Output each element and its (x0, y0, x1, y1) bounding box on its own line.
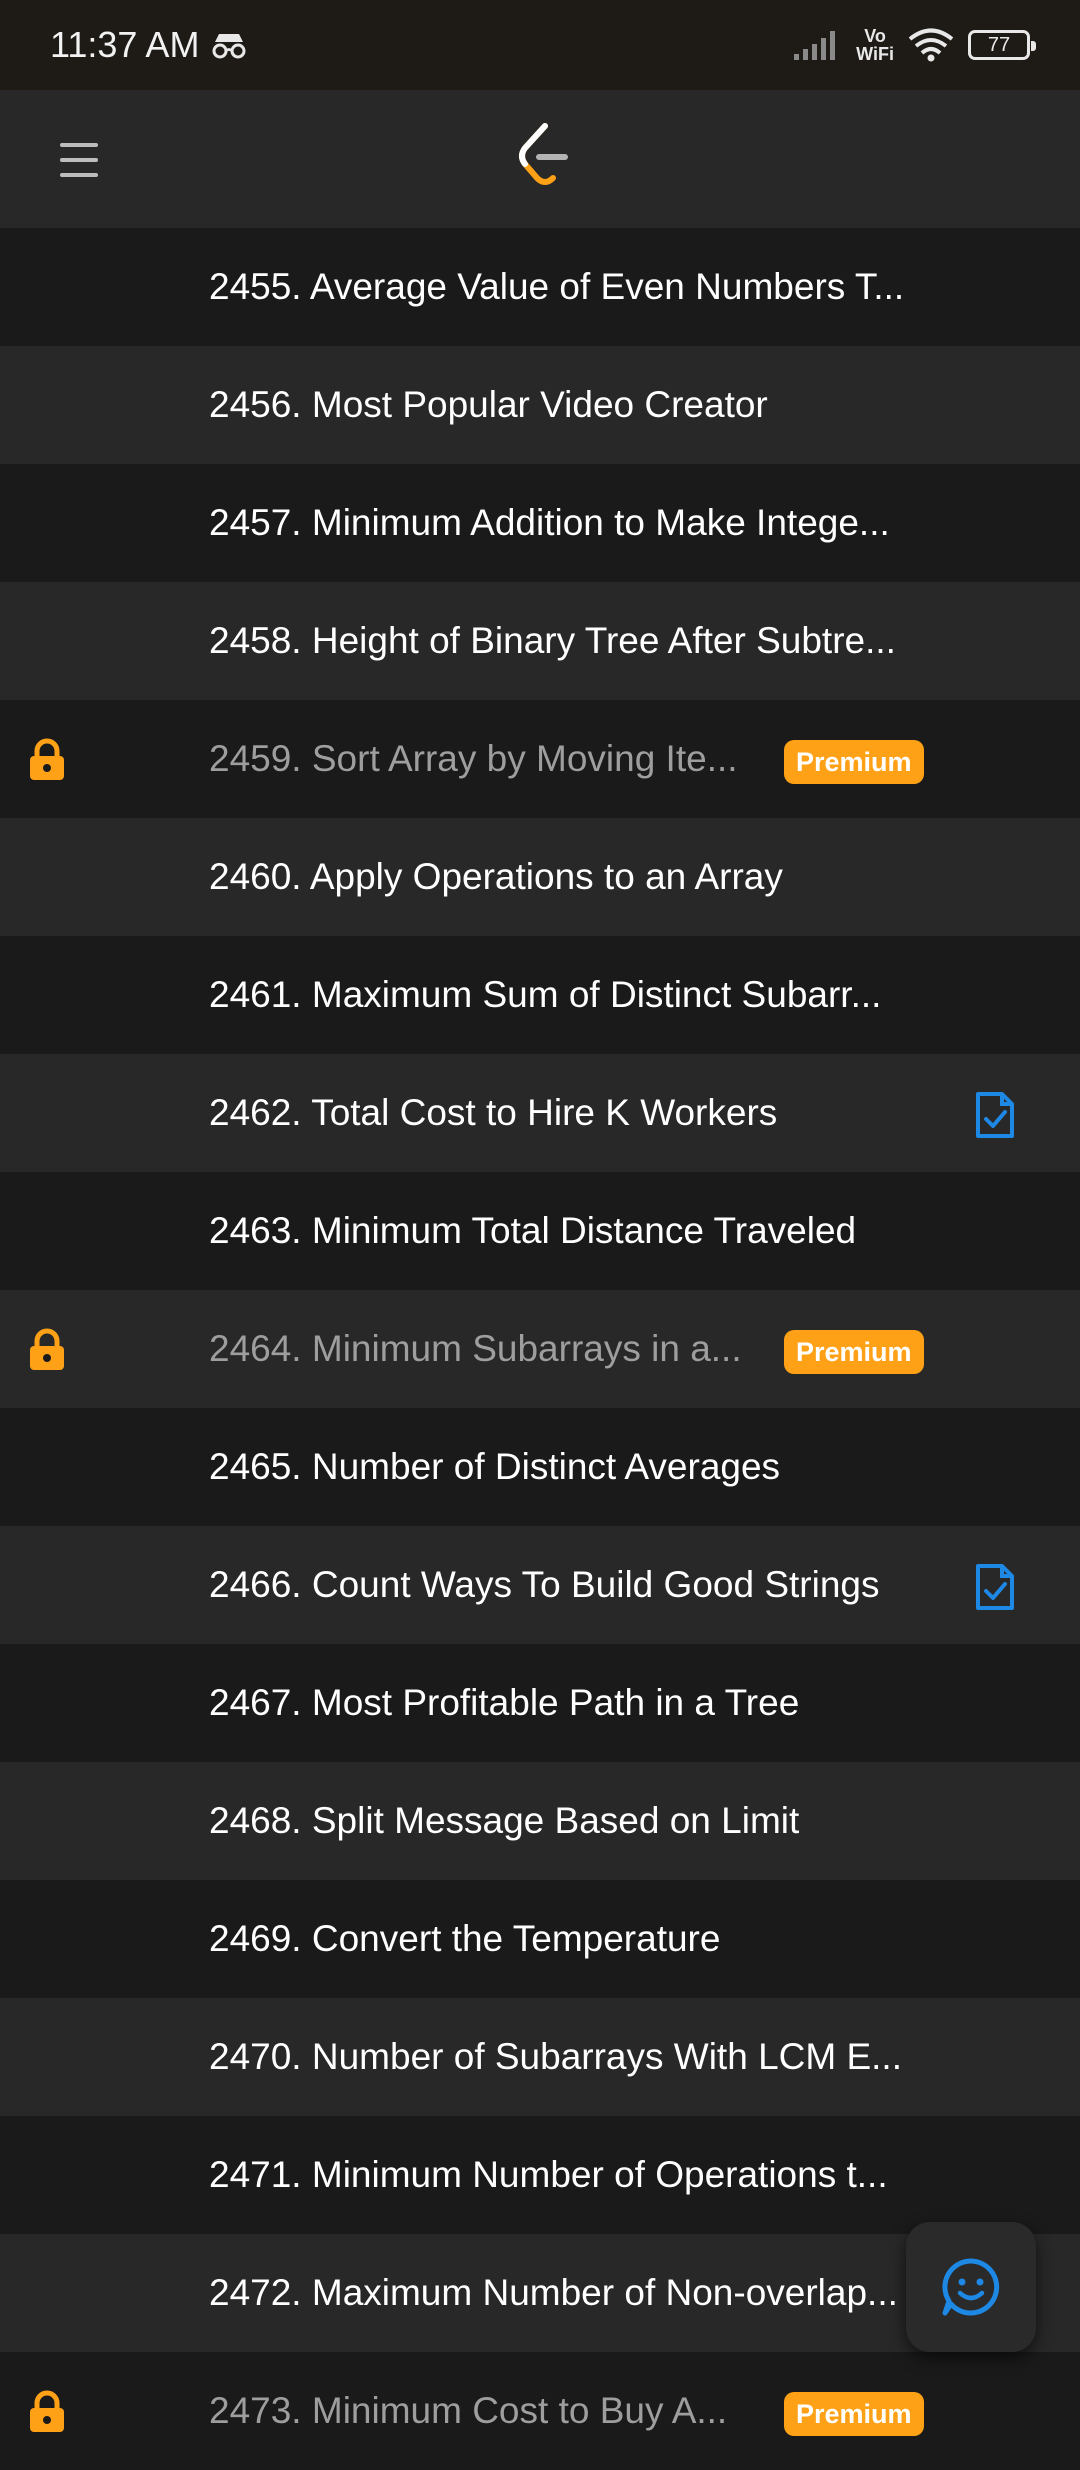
signal-icon (794, 31, 836, 60)
problem-row[interactable]: 2457. Minimum Addition to Make Intege... (0, 464, 1080, 582)
lock-icon (26, 1328, 68, 1372)
status-bar: 11:37 AM Vo WiFi 77 (0, 0, 1080, 90)
feedback-smiley-icon (942, 2258, 1000, 2316)
problem-row[interactable]: 2460. Apply Operations to an Array (0, 818, 1080, 936)
problem-title: 2469. Convert the Temperature (209, 1918, 721, 1959)
problem-title: 2457. Minimum Addition to Make Intege... (209, 502, 890, 543)
lock-icon (26, 2390, 68, 2434)
problem-title: 2459. Sort Array by Moving Ite... (209, 738, 738, 779)
wifi-icon (908, 28, 954, 62)
battery-indicator: 77 (968, 30, 1036, 60)
feedback-button[interactable] (906, 2222, 1036, 2352)
problem-row[interactable]: 2462. Total Cost to Hire K Workers (0, 1054, 1080, 1172)
solved-check-icon (972, 1562, 1018, 1612)
problem-row[interactable]: 2471. Minimum Number of Operations t... (0, 2116, 1080, 2234)
premium-badge: Premium (784, 1330, 924, 1374)
problem-row[interactable]: 2468. Split Message Based on Limit (0, 1762, 1080, 1880)
problem-title: 2464. Minimum Subarrays in a... (209, 1328, 742, 1369)
problem-row[interactable]: 2470. Number of Subarrays With LCM E... (0, 1998, 1080, 2116)
problem-row[interactable]: 2467. Most Profitable Path in a Tree (0, 1644, 1080, 1762)
premium-badge: Premium (784, 2392, 924, 2436)
problem-title: 2466. Count Ways To Build Good Strings (209, 1564, 880, 1605)
problem-row[interactable]: 2456. Most Popular Video Creator (0, 346, 1080, 464)
problem-title: 2473. Minimum Cost to Buy A... (209, 2390, 728, 2431)
problem-title: 2468. Split Message Based on Limit (209, 1800, 800, 1841)
problem-row[interactable]: 2466. Count Ways To Build Good Strings (0, 1526, 1080, 1644)
leetcode-logo-icon[interactable] (515, 120, 571, 190)
problem-title: 2472. Maximum Number of Non-overlap... (209, 2272, 898, 2313)
status-time: 11:37 AM (50, 24, 200, 65)
problem-title: 2456. Most Popular Video Creator (209, 384, 768, 425)
problem-row[interactable]: 2458. Height of Binary Tree After Subtre… (0, 582, 1080, 700)
problem-row[interactable]: 2473. Minimum Cost to Buy A... Premium (0, 2352, 1080, 2470)
problem-title: 2458. Height of Binary Tree After Subtre… (209, 620, 896, 661)
problem-row[interactable]: 2461. Maximum Sum of Distinct Subarr... (0, 936, 1080, 1054)
incognito-icon (212, 34, 246, 59)
problem-title: 2467. Most Profitable Path in a Tree (209, 1682, 800, 1723)
problem-row[interactable]: 2465. Number of Distinct Averages (0, 1408, 1080, 1526)
app-bar (0, 90, 1080, 228)
problem-row[interactable]: 2469. Convert the Temperature (0, 1880, 1080, 1998)
problem-title: 2455. Average Value of Even Numbers T... (209, 266, 905, 307)
problem-list: 2455. Average Value of Even Numbers T...… (0, 228, 1080, 2470)
problem-title: 2463. Minimum Total Distance Traveled (209, 1210, 857, 1251)
solved-check-icon (972, 1090, 1018, 1140)
battery-level: 77 (987, 33, 1011, 56)
problem-title: 2460. Apply Operations to an Array (209, 856, 783, 897)
problem-row[interactable]: 2464. Minimum Subarrays in a... Premium (0, 1290, 1080, 1408)
problem-title: 2462. Total Cost to Hire K Workers (209, 1092, 778, 1133)
problem-row[interactable]: 2459. Sort Array by Moving Ite... Premium (0, 700, 1080, 818)
problem-row[interactable]: 2463. Minimum Total Distance Traveled (0, 1172, 1080, 1290)
problem-title: 2470. Number of Subarrays With LCM E... (209, 2036, 902, 2077)
premium-badge: Premium (784, 740, 924, 784)
problem-title: 2471. Minimum Number of Operations t... (209, 2154, 888, 2195)
lock-icon (26, 738, 68, 782)
problem-row[interactable]: 2455. Average Value of Even Numbers T... (0, 228, 1080, 346)
vowifi-label: Vo WiFi (856, 26, 894, 64)
hamburger-menu-icon[interactable] (60, 130, 110, 190)
problem-title: 2465. Number of Distinct Averages (209, 1446, 781, 1487)
problem-title: 2461. Maximum Sum of Distinct Subarr... (209, 974, 882, 1015)
